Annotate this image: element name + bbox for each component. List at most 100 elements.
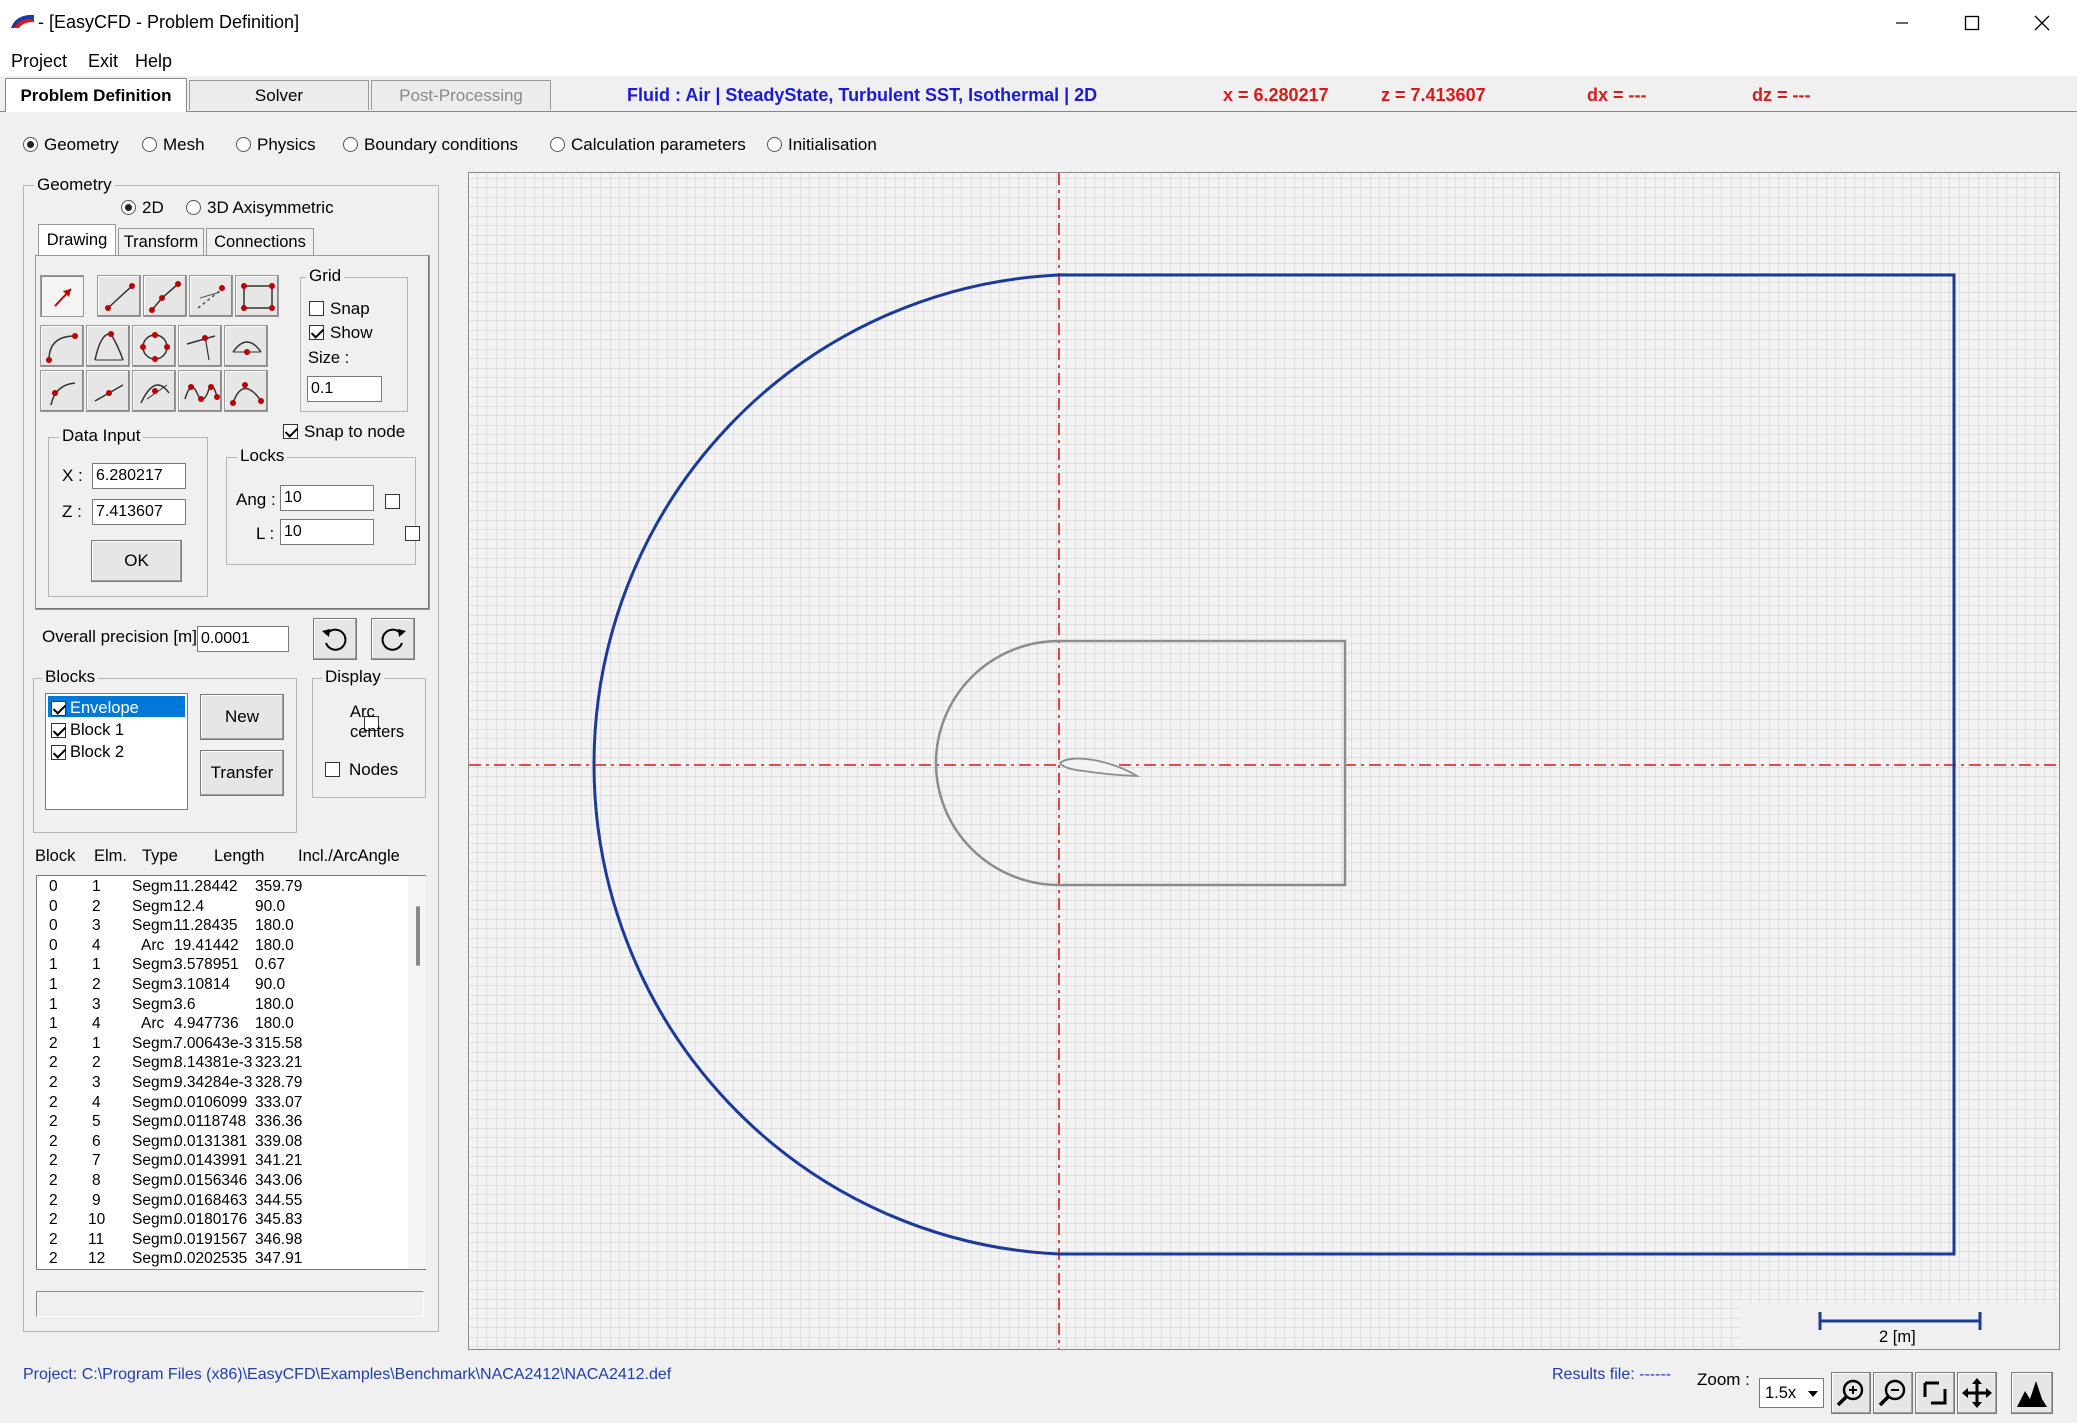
tool-rectangle[interactable] <box>235 275 279 317</box>
table-row[interactable]: 2 3 Segm. 9.34284e-3 328.79 <box>37 1074 407 1094</box>
subtab-connections[interactable]: Connections <box>206 228 314 256</box>
section-boundary-conditions[interactable]: Boundary conditions <box>343 134 518 155</box>
section-physics-radio[interactable] <box>236 137 251 153</box>
table-row[interactable]: 2 2 Segm. 8.14381e-3 323.21 <box>37 1054 407 1074</box>
snap-to-node-checkbox[interactable] <box>283 424 298 440</box>
tool-arc[interactable] <box>40 325 84 367</box>
lock-length-input[interactable] <box>280 519 374 545</box>
block-2-checkbox[interactable] <box>51 745 66 761</box>
tool-half-circle[interactable] <box>224 325 268 367</box>
menu-project[interactable]: Project <box>11 51 67 72</box>
lock-angle-input[interactable] <box>280 485 374 511</box>
tab-solver[interactable]: Solver <box>189 80 369 110</box>
nodes-checkbox[interactable] <box>325 762 340 778</box>
menu-help[interactable]: Help <box>135 51 172 72</box>
block-envelope-checkbox[interactable] <box>51 701 66 717</box>
transfer-block-button[interactable]: Transfer <box>200 750 284 796</box>
section-initialisation-radio[interactable] <box>767 137 782 153</box>
section-mesh[interactable]: Mesh <box>142 134 205 155</box>
tool-spline[interactable] <box>178 370 222 412</box>
grid-show-option[interactable]: Show <box>309 322 373 343</box>
section-physics[interactable]: Physics <box>236 134 316 155</box>
new-block-button[interactable]: New <box>200 694 284 740</box>
tool-pointer[interactable] <box>40 275 84 317</box>
table-row[interactable]: 1 3 Segm. 3.6 180.0 <box>37 996 407 1016</box>
section-calculation-parameters-radio[interactable] <box>550 137 565 153</box>
grid-show-checkbox[interactable] <box>309 325 324 341</box>
subtab-drawing[interactable]: Drawing <box>38 224 116 256</box>
element-list-scroll-thumb[interactable] <box>416 906 420 966</box>
lock-angle-checkbox[interactable] <box>385 494 400 510</box>
tool-dashed-line[interactable] <box>189 275 233 317</box>
table-row[interactable]: 0 2 Segm. 12.4 90.0 <box>37 898 407 918</box>
tool-circle[interactable] <box>132 325 176 367</box>
block-item-block-2[interactable]: Block 2 <box>51 742 124 762</box>
zoom-window-button[interactable] <box>1915 1372 1955 1414</box>
section-geometry-radio[interactable] <box>23 137 38 153</box>
pan-button[interactable] <box>1957 1372 1997 1414</box>
table-row[interactable]: 2 9 Segm. 0.0168463 344.55 <box>37 1192 407 1212</box>
table-row[interactable]: 1 1 Segm. 3.578951 0.67 <box>37 956 407 976</box>
table-row[interactable]: 2 11 Segm. 0.0191567 346.98 <box>37 1231 407 1251</box>
maximize-button[interactable] <box>1937 0 2007 46</box>
tool-arc-through[interactable] <box>132 370 176 412</box>
grid-size-input[interactable] <box>307 376 382 402</box>
zoom-in-button[interactable] <box>1831 1372 1871 1414</box>
tool-arc-three-point[interactable] <box>86 325 130 367</box>
block-1-checkbox[interactable] <box>51 723 66 739</box>
zoom-select[interactable]: 1.5x <box>1759 1378 1824 1408</box>
table-row[interactable]: 2 5 Segm. 0.0118748 336.36 <box>37 1113 407 1133</box>
tool-bezier[interactable] <box>224 370 268 412</box>
tool-line-point[interactable] <box>86 370 130 412</box>
table-row[interactable]: 2 8 Segm. 0.0156346 343.06 <box>37 1172 407 1192</box>
table-row[interactable]: 2 10 Segm. 0.0180176 345.83 <box>37 1211 407 1231</box>
table-row[interactable]: 2 4 Segm. 0.0106099 333.07 <box>37 1094 407 1114</box>
table-row[interactable]: 2 6 Segm. 0.0131381 339.08 <box>37 1133 407 1153</box>
blocks-list[interactable]: Envelope Block 1 Block 2 <box>45 693 188 810</box>
section-initialisation[interactable]: Initialisation <box>767 134 877 155</box>
tool-tangent-line[interactable] <box>178 325 222 367</box>
redo-button[interactable] <box>371 618 415 660</box>
tool-line[interactable] <box>97 275 141 317</box>
section-calculation-parameters[interactable]: Calculation parameters <box>550 134 746 155</box>
undo-button[interactable] <box>313 618 357 660</box>
snap-to-node-option[interactable]: Snap to node <box>283 421 405 442</box>
zoom-out-button[interactable] <box>1873 1372 1913 1414</box>
lock-length-checkbox[interactable] <box>404 526 420 542</box>
drawing-canvas[interactable]: 2 [m] <box>468 172 2060 1350</box>
zoom-extents-button[interactable] <box>2011 1372 2053 1414</box>
section-boundary-conditions-radio[interactable] <box>343 137 358 153</box>
data-input-x-field[interactable] <box>92 463 186 489</box>
table-row[interactable]: 1 2 Segm. 3.10814 90.0 <box>37 976 407 996</box>
mode-2d-option[interactable]: 2D <box>121 197 164 218</box>
precision-input[interactable] <box>197 626 289 652</box>
table-row[interactable]: 0 3 Segm. 11.28435 180.0 <box>37 917 407 937</box>
element-list[interactable]: 0 1 Segm. 11.28442 359.79 0 2 Segm. 12.4 90.0 0 3 Se… <box>36 875 426 1270</box>
table-row[interactable]: 1 4 Arc 4.947736 180.0 <box>37 1015 407 1035</box>
tool-curve[interactable] <box>40 370 84 412</box>
section-mesh-radio[interactable] <box>142 137 157 153</box>
element-list-scrollbar[interactable] <box>408 876 426 1269</box>
subtab-transform[interactable]: Transform <box>118 228 204 256</box>
table-row[interactable]: 2 1 Segm. 7.00643e-3 315.58 <box>37 1035 407 1055</box>
table-row[interactable]: 2 12 Segm. 0.0202535 347.91 <box>37 1250 407 1268</box>
table-row[interactable]: 0 4 Arc 19.41442 180.0 <box>37 937 407 957</box>
nodes-option[interactable]: Nodes <box>325 759 398 780</box>
tab-problem-definition[interactable]: Problem Definition <box>5 78 187 112</box>
table-row[interactable]: 0 1 Segm. 11.28442 359.79 <box>37 878 407 898</box>
mode-3d-option[interactable]: 3D Axisymmetric <box>186 197 334 218</box>
grid-snap-checkbox[interactable] <box>309 301 324 317</box>
block-item-envelope[interactable]: Envelope <box>51 698 139 718</box>
minimize-button[interactable] <box>1867 0 1937 46</box>
close-button[interactable] <box>2007 0 2077 46</box>
tab-post-processing[interactable]: Post-Processing <box>371 80 551 110</box>
data-input-z-field[interactable] <box>92 499 186 525</box>
mode-3d-radio[interactable] <box>186 200 201 216</box>
menu-exit[interactable]: Exit <box>88 51 118 72</box>
grid-snap-option[interactable]: Snap <box>309 298 370 319</box>
block-item-block-1[interactable]: Block 1 <box>51 720 124 740</box>
table-row[interactable]: 2 7 Segm. 0.0143991 341.21 <box>37 1152 407 1172</box>
tool-polyline[interactable] <box>143 275 187 317</box>
section-geometry[interactable]: Geometry <box>23 134 119 155</box>
data-input-ok-button[interactable]: OK <box>91 540 182 582</box>
